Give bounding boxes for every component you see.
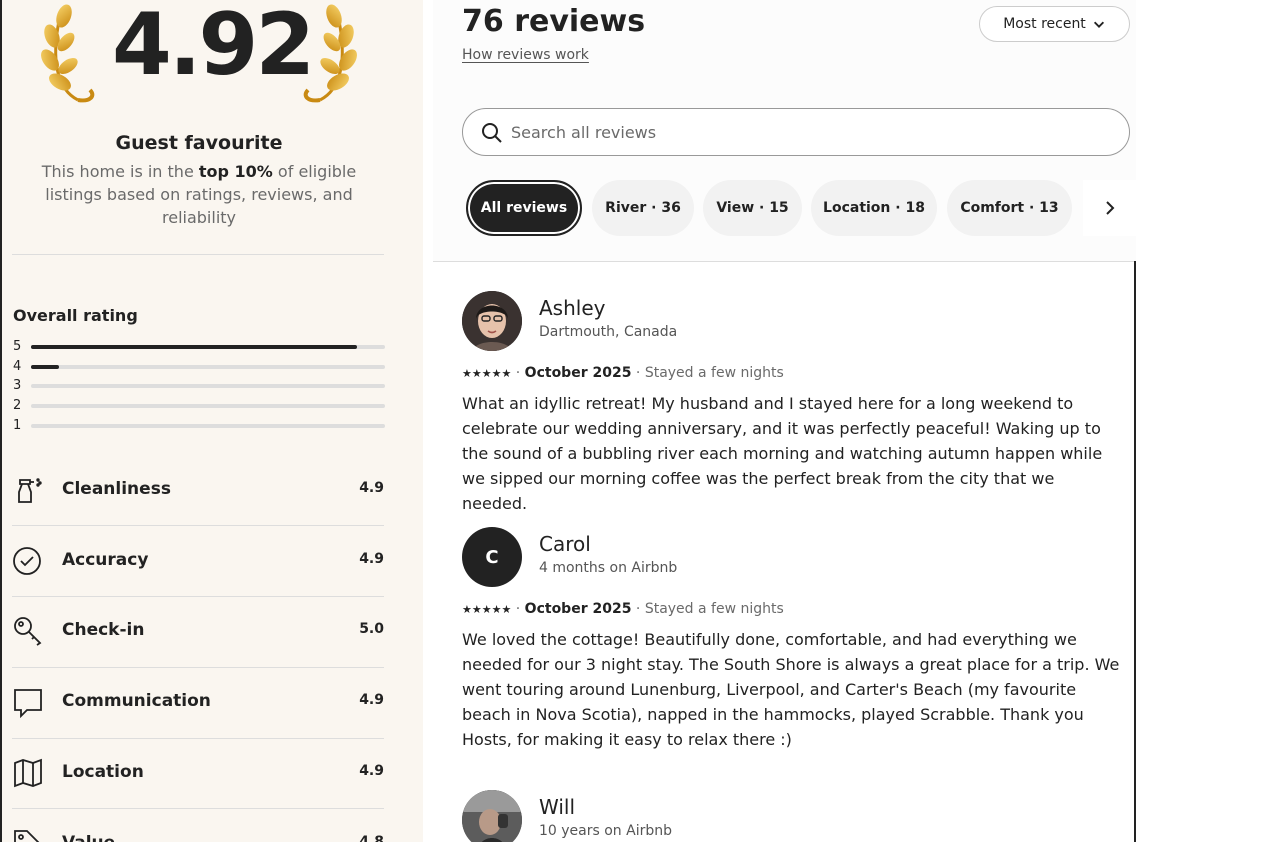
review-meta: ★★★★★ · October 2025 · Stayed a few nigh… (462, 365, 784, 381)
category-label: Check-in (62, 620, 145, 640)
rating-bar-track (31, 365, 385, 369)
reviewer-name: Will (539, 795, 576, 819)
rating-bar-label: 3 (13, 378, 22, 393)
category-value: 4.9 (359, 551, 384, 567)
avatar-initial: C (485, 546, 499, 568)
rating-bar-label: 4 (13, 359, 22, 374)
category-label: Location (62, 762, 144, 782)
stay-length: Stayed a few nights (644, 365, 784, 381)
avatar[interactable] (462, 291, 522, 351)
search-reviews-input[interactable] (511, 119, 1111, 145)
chevron-right-icon (1105, 201, 1114, 215)
divider (12, 667, 384, 668)
chat-bubble-icon (14, 689, 42, 718)
category-label: Cleanliness (62, 479, 171, 499)
filter-chip-location[interactable]: Location · 18 (811, 180, 937, 236)
category-label: Accuracy (62, 550, 149, 570)
divider (12, 254, 384, 255)
rating-bar-row: 4 (13, 359, 385, 375)
reviewer-photo-icon (462, 790, 522, 842)
rating-bar-track (31, 424, 385, 428)
review-item: Ashley Dartmouth, Canada ★★★★★ · October… (462, 291, 1127, 513)
review-item: C Carol 4 months on Airbnb ★★★★★ · Octob… (462, 527, 1127, 757)
star-rating: ★★★★★ (462, 367, 512, 380)
rating-bar-track (31, 384, 385, 388)
filter-chip-view[interactable]: View · 15 (703, 180, 802, 236)
key-icon (14, 617, 42, 646)
reviews-header: 76 reviews How reviews work Most recent … (433, 0, 1136, 262)
how-reviews-work-link[interactable]: How reviews work (462, 47, 589, 63)
review-date: October 2025 (524, 365, 632, 381)
review-text: We loved the cottage! Beautifully done, … (462, 630, 1120, 749)
review-text: What an idyllic retreat! My husband and … (462, 394, 1103, 513)
filter-chip-all-reviews[interactable]: All reviews (466, 180, 582, 236)
review-meta: ★★★★★ · October 2025 · Stayed a few nigh… (462, 601, 784, 617)
rating-bar-track (31, 404, 385, 408)
reviewer-tenure: 4 months on Airbnb (539, 560, 678, 576)
chevron-down-icon (1093, 21, 1104, 28)
rating-bar-row: 5 (13, 339, 385, 355)
star-rating: ★★★★★ (462, 603, 512, 616)
rating-bar-label: 2 (13, 398, 22, 413)
sort-dropdown-button[interactable]: Most recent (979, 6, 1130, 42)
category-location: Location 4.9 (12, 747, 384, 803)
reviewer-photo-icon (462, 291, 522, 351)
reviews-panel: 76 reviews How reviews work Most recent … (433, 0, 1136, 842)
stay-length: Stayed a few nights (644, 601, 784, 617)
category-label: Value (62, 833, 115, 842)
category-value: 4.8 (359, 834, 384, 842)
filter-next-button[interactable] (1083, 180, 1136, 236)
category-communication: Communication 4.9 (12, 676, 384, 732)
category-value: Value 4.8 (12, 818, 384, 842)
rating-bar-label: 5 (13, 339, 22, 354)
rating-bar-fill (31, 365, 60, 369)
check-circle-icon (13, 547, 41, 575)
panel-border (1134, 261, 1136, 842)
top-percent-highlight: top 10% (198, 162, 273, 181)
laurel-right-icon (303, 4, 357, 103)
guest-favourite-description: This home is in the top 10% of eligible … (41, 162, 357, 227)
category-cleanliness: Cleanliness 4.9 (12, 464, 384, 520)
reviewer-name: Carol (539, 532, 591, 556)
reviewer-name: Ashley (539, 296, 606, 320)
category-check-in: Check-in 5.0 (12, 605, 384, 661)
reviews-count-title: 76 reviews (462, 4, 646, 39)
rating-bar-row: 3 (13, 378, 385, 394)
category-value: 5.0 (359, 621, 384, 637)
reviewer-tenure: 10 years on Airbnb (539, 823, 672, 839)
overall-rating-value: 4.92 (112, 0, 315, 95)
avatar[interactable] (462, 790, 522, 842)
divider (12, 525, 384, 526)
header-divider (433, 261, 1136, 262)
guest-favourite-panel: 4.92 Guest favourite This home is in the… (0, 0, 423, 842)
rating-bar-track (31, 345, 385, 349)
sort-label: Most recent (1003, 16, 1086, 32)
review-date: October 2025 (524, 601, 632, 617)
category-accuracy: Accuracy 4.9 (12, 535, 384, 591)
price-tag-icon (14, 830, 40, 842)
search-reviews-box (462, 108, 1130, 156)
review-item: Will 10 years on Airbnb (462, 790, 1127, 842)
reviewer-location: Dartmouth, Canada (539, 324, 678, 340)
category-value: 4.9 (359, 763, 384, 779)
divider (12, 738, 384, 739)
category-label: Communication (62, 691, 211, 711)
avatar[interactable]: C (462, 527, 522, 587)
rating-bar-row: 2 (13, 398, 385, 414)
guest-favourite-title: Guest favourite (115, 132, 283, 154)
spray-bottle-icon (18, 478, 42, 503)
filter-chip-river[interactable]: River · 36 (592, 180, 694, 236)
rating-bar-fill (31, 345, 357, 349)
rating-bar-row: 1 (13, 418, 385, 434)
map-icon (14, 758, 42, 788)
category-value: 4.9 (359, 692, 384, 708)
rating-bar-label: 1 (13, 418, 22, 433)
filter-chip-comfort[interactable]: Comfort · 13 (947, 180, 1072, 236)
category-value: 4.9 (359, 480, 384, 496)
search-icon (482, 123, 502, 143)
divider (12, 596, 384, 597)
overall-rating-title: Overall rating (13, 306, 138, 325)
laurel-left-icon (41, 4, 95, 103)
divider (12, 808, 384, 809)
